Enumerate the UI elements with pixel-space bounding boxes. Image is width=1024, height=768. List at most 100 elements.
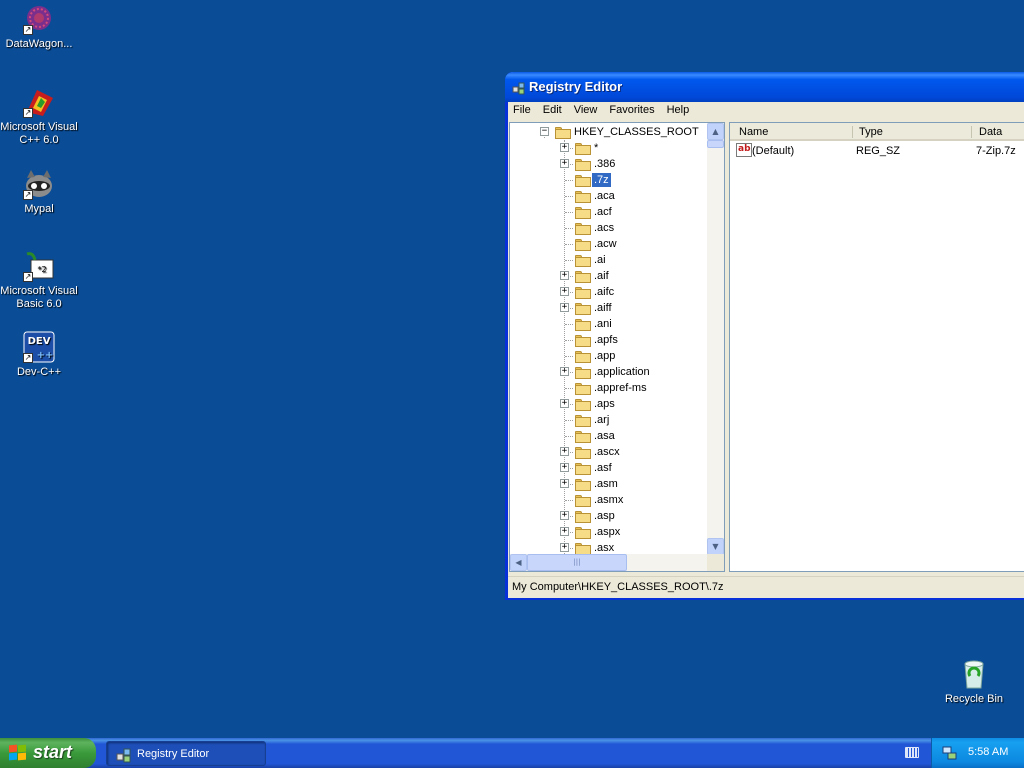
expand-icon[interactable]: + <box>560 159 569 168</box>
clock[interactable]: 5:58 AM <box>968 746 1008 758</box>
expand-icon[interactable]: + <box>560 399 569 408</box>
tree-item[interactable]: .ai <box>510 252 708 268</box>
tree-item[interactable]: + .aspx <box>510 524 708 540</box>
tree-item-label: .aiff <box>594 302 612 314</box>
column-divider[interactable] <box>852 126 853 138</box>
tree-item[interactable]: .apfs <box>510 332 708 348</box>
folder-icon <box>575 382 591 395</box>
menu-bar: File Edit View Favorites Help <box>508 102 1024 120</box>
tree-item[interactable]: + * <box>510 140 708 156</box>
folder-icon <box>575 462 591 475</box>
tree-item[interactable]: .7z <box>510 172 708 188</box>
tree-item-label: .asa <box>594 430 615 442</box>
key-tree-pane[interactable]: − HKEY_CLASSES_ROOT + * + .386.7z .aca .acf .a… <box>509 122 725 572</box>
expand-icon[interactable]: + <box>560 143 569 152</box>
desktop-icon-visual-cpp[interactable]: ↗ Microsoft Visual C++ 6.0 <box>0 86 79 147</box>
expand-icon[interactable]: + <box>560 527 569 536</box>
tree-item[interactable]: .asa <box>510 428 708 444</box>
scroll-up-arrow-icon[interactable]: ▲ <box>707 123 724 140</box>
tree-item[interactable]: .app <box>510 348 708 364</box>
tree-guide-line <box>565 324 573 325</box>
tree-vertical-scrollbar[interactable]: ▲ ▼ <box>707 123 724 555</box>
scroll-left-arrow-icon[interactable]: ◀ <box>510 554 527 571</box>
column-divider[interactable] <box>971 126 972 138</box>
expand-icon[interactable]: + <box>560 303 569 312</box>
registry-editor-window[interactable]: Registry Editor File Edit View Favorites Hel… <box>505 72 1024 600</box>
desktop-icon-mypal[interactable]: ↗ Mypal <box>0 168 79 216</box>
menu-edit[interactable]: Edit <box>537 102 568 116</box>
tree-item[interactable]: + .ascx <box>510 444 708 460</box>
tree-item-label: .ascx <box>594 446 620 458</box>
tree-item[interactable]: .ani <box>510 316 708 332</box>
column-header-data[interactable]: Data <box>979 126 1002 138</box>
windows-flag-icon <box>9 744 27 761</box>
desktop-icon-label: Microsoft Visual Basic 6.0 <box>0 285 78 310</box>
tree-item[interactable]: + .application <box>510 364 708 380</box>
column-header-name[interactable]: Name <box>739 126 768 138</box>
values-list-pane[interactable]: Name Type Data ab (Default) REG_SZ 7-Zip… <box>729 122 1024 572</box>
tree-guide-line <box>565 244 573 245</box>
scroll-thumb[interactable]: ||| <box>527 554 627 571</box>
folder-icon <box>575 430 591 443</box>
tree-item-label: .asmx <box>594 494 624 506</box>
title-bar[interactable]: Registry Editor <box>505 72 1024 102</box>
tree-guide-line <box>565 180 573 181</box>
expand-icon[interactable]: + <box>560 271 569 280</box>
tree-item[interactable]: .asmx <box>510 492 708 508</box>
tree-item[interactable]: + .aifc <box>510 284 708 300</box>
status-bar: My Computer\HKEY_CLASSES_ROOT\.7z <box>508 576 1024 598</box>
desktop-icon-devcpp[interactable]: DEV ++ ↗ Dev-C++ <box>0 331 79 379</box>
panes: − HKEY_CLASSES_ROOT + * + .386.7z .aca .acf .a… <box>508 122 1024 574</box>
menu-favorites[interactable]: Favorites <box>603 102 660 116</box>
collapse-icon[interactable]: − <box>540 127 549 136</box>
tree-item[interactable]: .appref-ms <box>510 380 708 396</box>
tree-item[interactable]: + .aiff <box>510 300 708 316</box>
tree-item-label: .acs <box>594 222 615 234</box>
value-row[interactable]: ab (Default) REG_SZ 7-Zip.7z <box>736 143 1024 159</box>
folder-icon <box>575 510 591 523</box>
start-button[interactable]: start <box>0 738 96 768</box>
expand-icon[interactable]: + <box>560 511 569 520</box>
tree-item[interactable]: + .asp <box>510 508 708 524</box>
tree-item[interactable]: .acw <box>510 236 708 252</box>
tree-item-label: .aspx <box>594 526 621 538</box>
expand-icon[interactable]: + <box>560 479 569 488</box>
tree-item[interactable]: + .386 <box>510 156 708 172</box>
scrollbar-corner <box>707 554 724 571</box>
desktop-icon-label: Mypal <box>24 203 54 215</box>
expand-icon[interactable]: + <box>560 367 569 376</box>
keyboard-icon[interactable] <box>905 747 919 758</box>
tree-item[interactable]: .acf <box>510 204 708 220</box>
tree-item[interactable]: .arj <box>510 412 708 428</box>
column-header-type[interactable]: Type <box>859 126 883 138</box>
desktop-icon-datawagon[interactable]: ↗ DataWagon... <box>0 3 79 51</box>
desktop-icon-recycle-bin[interactable]: Recycle Bin <box>934 658 1014 706</box>
menu-help[interactable]: Help <box>661 102 696 116</box>
tree-item[interactable]: .aca <box>510 188 708 204</box>
folder-icon <box>575 366 591 379</box>
tree-item[interactable]: + .aif <box>510 268 708 284</box>
network-icon[interactable] <box>942 745 958 761</box>
scroll-thumb[interactable] <box>707 140 724 148</box>
desktop-icon-visual-basic[interactable]: *2 ↗ Microsoft Visual Basic 6.0 <box>0 250 79 311</box>
desktop-icon-label: Microsoft Visual C++ 6.0 <box>0 121 78 146</box>
taskbar-button-registry-editor[interactable]: Registry Editor <box>106 741 266 766</box>
tree-item[interactable]: + .asm <box>510 476 708 492</box>
tree-item[interactable]: .acs <box>510 220 708 236</box>
value-name: (Default) <box>752 145 795 157</box>
folder-icon <box>575 238 591 251</box>
expand-icon[interactable]: + <box>560 543 569 552</box>
tree-item[interactable]: + .aps <box>510 396 708 412</box>
expand-icon[interactable]: + <box>560 447 569 456</box>
scroll-down-arrow-icon[interactable]: ▼ <box>707 538 724 555</box>
datawagon-icon: ↗ <box>23 3 55 35</box>
tree-item[interactable]: + .asf <box>510 460 708 476</box>
tree-horizontal-scrollbar[interactable]: ◀ ||| ▶ <box>510 554 724 571</box>
menu-view[interactable]: View <box>568 102 604 116</box>
expand-icon[interactable]: + <box>560 463 569 472</box>
expand-icon[interactable]: + <box>560 287 569 296</box>
tree-guide-line <box>565 388 573 389</box>
menu-file[interactable]: File <box>508 102 537 116</box>
tree-guide-line <box>565 356 573 357</box>
tree-item-root[interactable]: − HKEY_CLASSES_ROOT <box>510 124 708 140</box>
